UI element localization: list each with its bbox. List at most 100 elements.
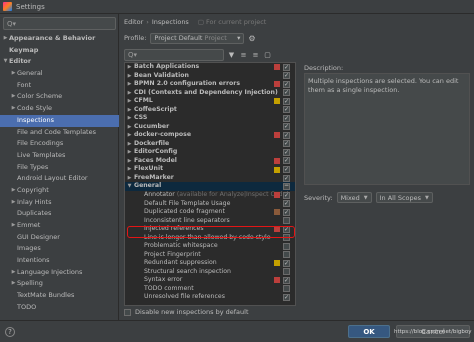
chevron-right-icon[interactable]: ▶ (126, 63, 133, 72)
inspection-checkbox[interactable] (283, 217, 290, 225)
chevron-right-icon[interactable]: ▶ (10, 197, 17, 209)
inspection-row[interactable]: Unresolved file references ✓ (125, 293, 295, 302)
sidebar-item[interactable]: ▶ Inlay Hints (0, 197, 119, 209)
chevron-right-icon[interactable]: ▶ (126, 174, 133, 183)
chevron-right-icon[interactable]: ▶ (10, 91, 17, 103)
chevron-right-icon[interactable]: ▶ (126, 97, 133, 106)
sidebar-item[interactable]: File Encodings (0, 138, 119, 150)
inspection-checkbox[interactable]: ✓ (283, 174, 290, 182)
inspection-checkbox[interactable]: ✓ (283, 131, 290, 139)
chevron-right-icon[interactable]: ▶ (10, 103, 17, 115)
sidebar-item[interactable]: ▶ Emmet (0, 220, 119, 232)
inspection-row[interactable]: ▶ Bean Validation ✓ (125, 72, 295, 81)
inspection-row[interactable]: Project Fingerprint (125, 251, 295, 260)
chevron-right-icon[interactable]: ▶ (126, 140, 133, 149)
sidebar-item[interactable]: ▶ Code Style (0, 103, 119, 115)
chevron-right-icon[interactable]: ▶ (10, 267, 17, 279)
sidebar-item[interactable]: TODO (0, 302, 119, 314)
sidebar-item[interactable]: Keymap (0, 45, 119, 57)
inspection-row[interactable]: ▶ Cucumber ✓ (125, 123, 295, 132)
collapse-all-icon[interactable]: ≡ (251, 51, 260, 59)
sidebar-item[interactable]: ▶ Copyright (0, 185, 119, 197)
chevron-right-icon[interactable]: ▶ (2, 33, 9, 45)
inspection-checkbox[interactable]: ✓ (283, 208, 290, 216)
inspection-row[interactable]: ▶ docker-compose ✓ (125, 131, 295, 140)
inspection-row[interactable]: ▶ CDI (Contexts and Dependency Injection)… (125, 89, 295, 98)
sidebar-item[interactable]: Inspections (0, 114, 119, 127)
profile-dropdown[interactable]: Project Default Project ▾ (150, 32, 245, 44)
inspection-checkbox[interactable]: − (283, 183, 290, 191)
inspection-row[interactable]: Problematic whitespace (125, 242, 295, 251)
chevron-right-icon[interactable]: ▶ (126, 114, 133, 123)
chevron-down-icon[interactable]: ▼ (126, 182, 133, 191)
chevron-right-icon[interactable]: ▶ (10, 68, 17, 80)
chevron-right-icon[interactable]: ▶ (10, 220, 17, 232)
chevron-right-icon[interactable]: ▶ (126, 80, 133, 89)
sidebar-item[interactable]: ▶ Appearance & Behavior (0, 33, 119, 45)
inspection-row[interactable]: ▶ EditorConfig ✓ (125, 148, 295, 157)
sidebar-item[interactable]: Duplicates (0, 208, 119, 220)
severity-dropdown[interactable]: Mixed ▼ (336, 192, 372, 203)
breadcrumb-editor[interactable]: Editor (124, 18, 143, 26)
sidebar-item[interactable]: Font (0, 80, 119, 92)
inspection-checkbox[interactable]: ✓ (283, 259, 290, 267)
inspection-checkbox[interactable]: ✓ (283, 200, 290, 208)
ok-button[interactable]: OK (348, 325, 390, 338)
inspection-checkbox[interactable]: ✓ (283, 123, 290, 131)
sidebar-item[interactable]: Images (0, 243, 119, 255)
inspection-checkbox[interactable]: ✓ (283, 293, 290, 301)
inspection-checkbox[interactable] (283, 242, 290, 250)
inspection-row[interactable]: ▼ General − (125, 182, 295, 191)
sidebar-item[interactable]: ▶ Spelling (0, 278, 119, 290)
inspection-row[interactable]: Duplicated code fragment ✓ (125, 208, 295, 217)
inspection-checkbox[interactable]: ✓ (283, 97, 290, 105)
chevron-down-icon[interactable]: ▼ (2, 56, 9, 68)
inspection-row[interactable]: ▶ CoffeeScript ✓ (125, 106, 295, 115)
inspection-row[interactable]: ▶ CSS ✓ (125, 114, 295, 123)
inspection-row[interactable]: ▶ FlexUnit ✓ (125, 165, 295, 174)
chevron-right-icon[interactable]: ▶ (126, 165, 133, 174)
inspection-checkbox[interactable]: ✓ (283, 140, 290, 148)
inspection-checkbox[interactable]: ✓ (283, 63, 290, 71)
inspection-row[interactable]: ▶ Batch Applications ✓ (125, 63, 295, 72)
chevron-right-icon[interactable]: ▶ (10, 185, 17, 197)
chevron-right-icon[interactable]: ▶ (126, 106, 133, 115)
reset-icon[interactable]: ▢ (263, 51, 272, 59)
sidebar-item[interactable]: ▶ General (0, 68, 119, 80)
sidebar-item[interactable]: Intentions (0, 255, 119, 267)
inspection-checkbox[interactable]: ✓ (283, 72, 290, 80)
inspection-row[interactable]: ▶ Faces Model ✓ (125, 157, 295, 166)
chevron-right-icon[interactable]: ▶ (126, 148, 133, 157)
inspection-row[interactable]: Inconsistent line separators (125, 217, 295, 226)
inspection-row[interactable]: Annotator (available for Analyze|Inspect… (125, 191, 295, 200)
inspection-checkbox[interactable]: ✓ (283, 148, 290, 156)
inspection-row[interactable]: TODO comment (125, 285, 295, 294)
chevron-right-icon[interactable]: ▶ (126, 157, 133, 166)
gear-icon[interactable]: ⚙ (248, 34, 255, 43)
inspection-search-input[interactable]: Q▾ (124, 48, 224, 61)
inspection-row[interactable]: ▶ CFML ✓ (125, 97, 295, 106)
inspection-checkbox[interactable]: ✓ (283, 106, 290, 114)
inspection-row[interactable]: Structural search inspection (125, 268, 295, 277)
inspection-checkbox[interactable]: ✓ (283, 157, 290, 165)
inspection-row[interactable]: Default File Template Usage ✓ (125, 200, 295, 209)
chevron-right-icon[interactable]: ▶ (10, 278, 17, 290)
inspection-checkbox[interactable]: ✓ (283, 276, 290, 284)
sidebar-item[interactable]: ▶ Color Scheme (0, 91, 119, 103)
inspection-checkbox[interactable]: ✓ (283, 114, 290, 122)
sidebar-item[interactable]: TextMate Bundles (0, 290, 119, 302)
inspection-checkbox[interactable]: ✓ (283, 80, 290, 88)
expand-all-icon[interactable]: ≡ (239, 51, 248, 59)
inspection-row[interactable]: Redundant suppression ✓ (125, 259, 295, 268)
inspection-row[interactable]: ▶ FreeMarker ✓ (125, 174, 295, 183)
sidebar-item[interactable]: ▼ Editor (0, 56, 119, 68)
sidebar-item[interactable]: ▶ Language Injections (0, 267, 119, 279)
sidebar-item[interactable]: Android Layout Editor (0, 173, 119, 185)
chevron-right-icon[interactable]: ▶ (126, 123, 133, 132)
sidebar-search-input[interactable]: Q▾ (3, 17, 116, 30)
inspection-row[interactable]: ▶ BPMN 2.0 configuration errors ✓ (125, 80, 295, 89)
scope-dropdown[interactable]: In All Scopes ▼ (375, 192, 433, 203)
inspection-checkbox[interactable] (283, 268, 290, 276)
sidebar-item[interactable]: GUI Designer (0, 232, 119, 244)
disable-new-inspections-checkbox[interactable]: Disable new inspections by default (124, 308, 249, 316)
